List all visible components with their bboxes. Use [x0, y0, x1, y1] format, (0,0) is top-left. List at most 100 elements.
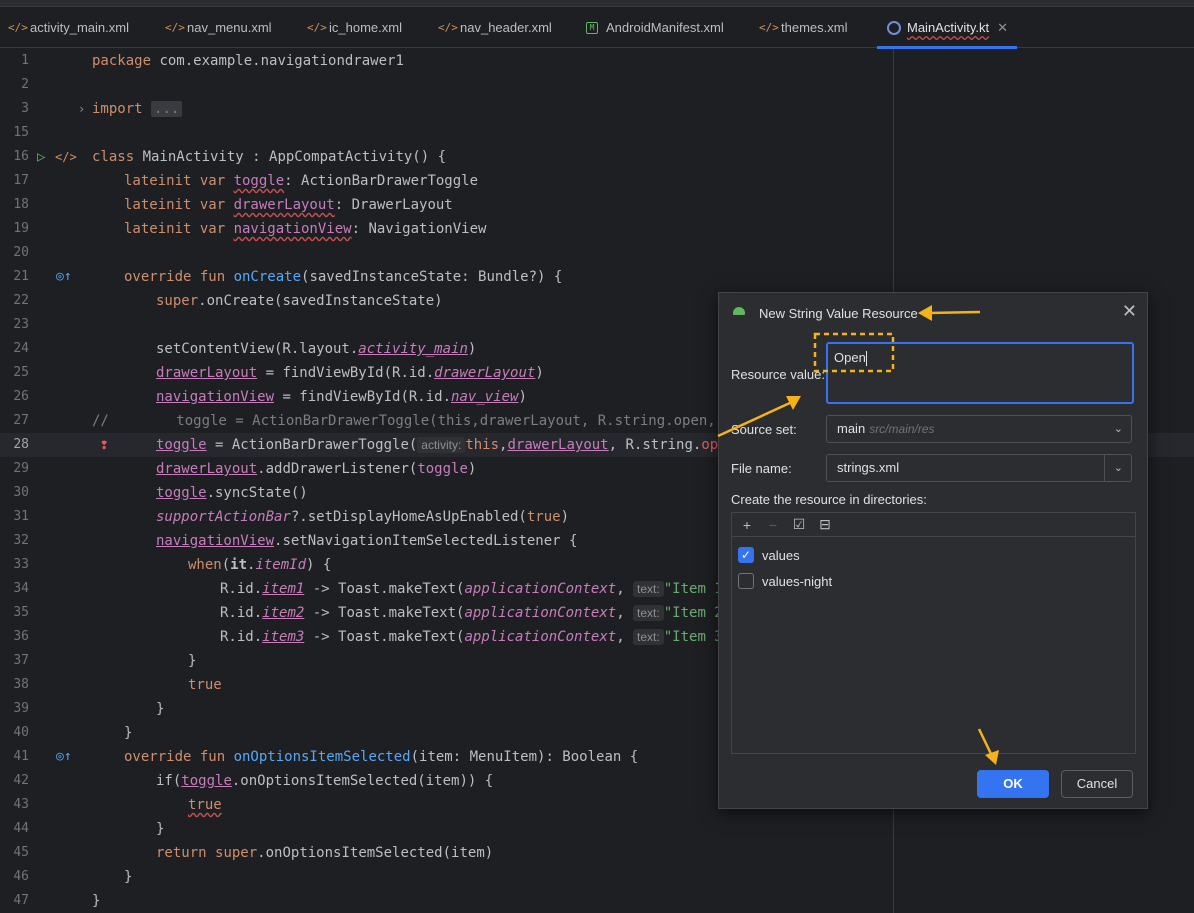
remove-icon[interactable]: − [764, 517, 782, 533]
code-token: itemId [255, 557, 307, 573]
check-all-icon[interactable]: ☑ [790, 516, 808, 533]
override-icon[interactable]: ◎↑ [56, 265, 72, 289]
line-number: 2 [21, 77, 29, 92]
line-number: 24 [13, 341, 29, 356]
code-text: toggle.syncState() [156, 481, 308, 505]
line-number: 35 [13, 605, 29, 620]
code-token: drawerLayout [507, 437, 609, 453]
code-token: : NavigationView [351, 221, 487, 237]
code-token: item3 [262, 629, 305, 645]
directory-checkbox-values[interactable]: ✓ values [738, 547, 800, 563]
code-token: ) [560, 509, 570, 525]
line-number: 39 [13, 701, 29, 716]
file-name-select[interactable]: strings.xml ⌄ [826, 454, 1132, 482]
code-text: lateinit var toggle: ActionBarDrawerTogg… [124, 169, 478, 193]
manifest-file-icon: M [586, 21, 598, 34]
code-text: import ... [92, 97, 183, 121]
code-line: 44} [0, 817, 1194, 841]
add-icon[interactable]: + [738, 517, 756, 533]
run-icon[interactable]: ▷ [37, 145, 45, 169]
line-number: 33 [13, 557, 29, 572]
xml-file-icon: </> [165, 21, 185, 34]
code-text: supportActionBar?.setDisplayHomeAsUpEnab… [156, 505, 569, 529]
error-bulb-icon[interactable]: ❢ [100, 433, 108, 457]
tab-nav-menu-xml[interactable]: </> nav_menu.xml [157, 7, 299, 48]
resource-value-input[interactable]: Open [826, 342, 1134, 404]
source-set-select[interactable]: main src/main/res ⌄ [826, 415, 1132, 443]
code-token: , [616, 605, 634, 621]
code-token: .onOptionsItemSelected(item) [257, 845, 494, 861]
tab-themes-xml[interactable]: </> themes.xml [751, 7, 877, 48]
line-number: 19 [13, 221, 29, 236]
code-line: 19 lateinit var navigationView: Navigatio… [0, 217, 1194, 241]
code-token: R.id. [220, 581, 263, 597]
tab-activity-main-xml[interactable]: </> activity_main.xml [0, 7, 157, 48]
directory-checkbox-values-night[interactable]: values-night [738, 573, 832, 589]
chevron-down-icon[interactable]: ⌄ [1114, 455, 1123, 481]
tab-nav-header-xml[interactable]: </> nav_header.xml [430, 7, 578, 48]
code-text: super.onCreate(savedInstanceState) [156, 289, 443, 313]
fold-expand-icon[interactable]: › [78, 97, 85, 121]
code-text: drawerLayout = findViewById(R.id.drawerL… [156, 361, 544, 385]
uncheck-all-icon[interactable]: ⊟ [816, 516, 834, 533]
code-token: navigationView [233, 221, 352, 237]
xml-layout-icon[interactable]: </> [55, 145, 77, 169]
code-token: toggle [156, 437, 207, 453]
code-text: } [124, 869, 133, 885]
tab-mainactivity-kt[interactable]: MainActivity.kt ✕ [877, 7, 1017, 49]
tab-android-manifest-xml[interactable]: M AndroidManifest.xml [578, 7, 751, 48]
code-text: toggle = ActionBarDrawerToggle(activity:… [156, 433, 735, 457]
code-text: true [188, 677, 222, 693]
code-token: onCreate [233, 269, 302, 285]
code-token: toggle [417, 461, 468, 477]
tab-ic-home-xml[interactable]: </> ic_home.xml [299, 7, 430, 48]
code-line: 15 [0, 121, 1194, 145]
code-line: 47} [0, 889, 1194, 913]
code-token: = findViewById(R.id. [274, 389, 452, 405]
line-number: 3 [21, 101, 29, 116]
code-line: 1 package com.example.navigationdrawer1 [0, 49, 1194, 73]
code-token: item2 [262, 605, 305, 621]
code-token: com.example.navigationdrawer1 [159, 53, 404, 69]
code-token: supportActionBar [156, 509, 291, 525]
directories-toolbar: + − ☑ ⊟ [732, 513, 1135, 537]
code-line: 46} [0, 865, 1194, 889]
xml-file-icon: </> [8, 21, 28, 34]
code-token: .onOptionsItemSelected(item)) { [231, 773, 494, 789]
code-text: } [188, 653, 197, 669]
line-number: 31 [13, 509, 29, 524]
close-tab-icon[interactable]: ✕ [997, 20, 1008, 36]
code-token: ) [467, 341, 477, 357]
editor-tab-bar: </> activity_main.xml </> nav_menu.xml </>… [0, 7, 1194, 49]
override-icon[interactable]: ◎↑ [56, 745, 72, 769]
code-token: ) [518, 389, 527, 405]
code-line: 16 ▷ </> class MainActivity : AppCompatActi… [0, 145, 1194, 169]
code-token: .syncState() [206, 485, 308, 501]
code-token: package [92, 53, 160, 69]
xml-file-icon: </> [759, 21, 779, 34]
parameter-hint: activity: [417, 437, 466, 453]
line-number: 27 [13, 413, 29, 428]
code-text: override fun onOptionsItemSelected(item:… [124, 745, 638, 769]
ok-button[interactable]: OK [977, 770, 1049, 798]
cancel-button[interactable]: Cancel [1061, 770, 1133, 798]
code-text: if(toggle.onOptionsItemSelected(item)) { [156, 769, 493, 793]
line-number: 36 [13, 629, 29, 644]
code-text: } [124, 725, 133, 741]
code-token: class [92, 149, 143, 165]
close-icon[interactable]: ✕ [1122, 301, 1137, 322]
code-token: if( [156, 773, 182, 789]
code-token: override fun [124, 749, 234, 765]
code-token: true [526, 509, 561, 525]
folded-imports[interactable]: ... [151, 101, 183, 117]
code-token: R.id. [220, 605, 263, 621]
code-token: import [92, 101, 152, 117]
checkbox-checked-icon[interactable]: ✓ [738, 547, 754, 563]
code-text: // toggle = ActionBarDrawerToggle(this,d… [92, 413, 750, 429]
line-number: 30 [13, 485, 29, 500]
code-token: lateinit var [124, 173, 234, 189]
new-string-resource-dialog: New String Value Resource ✕ Resource val… [718, 292, 1148, 809]
code-text: lateinit var drawerLayout: DrawerLayout [124, 193, 453, 217]
code-text: } [92, 893, 101, 909]
checkbox-unchecked-icon[interactable] [738, 573, 754, 589]
